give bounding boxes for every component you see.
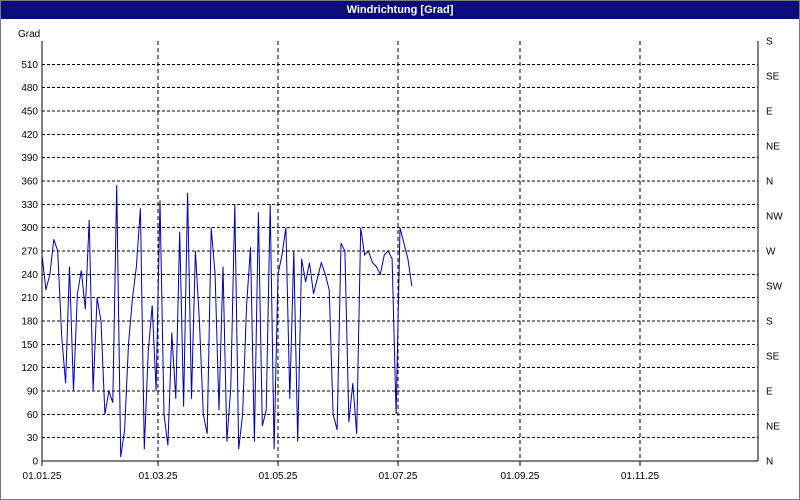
y-tick-label: 510 <box>21 60 38 71</box>
y-tick-label: 420 <box>21 130 38 141</box>
y-tick-label: 270 <box>21 247 38 258</box>
right-axis-label: E <box>766 107 773 118</box>
y-tick-label: 150 <box>21 340 38 351</box>
y-tick-label: 210 <box>21 293 38 304</box>
line-chart: 0 30 60 90 120 150 180 210 240 270 300 330 360 390 420… <box>18 29 783 482</box>
y-tick-label: 240 <box>21 270 38 281</box>
right-axis-label: W <box>766 247 776 258</box>
y-tick-label: 450 <box>21 107 38 118</box>
x-tick-label: 01.05.25 <box>259 471 298 482</box>
x-tick-label: 01.11.25 <box>621 471 660 482</box>
right-axis-label: NE <box>766 142 780 153</box>
right-axis-label: S <box>766 317 773 328</box>
x-tick-label: 01.03.25 <box>139 471 178 482</box>
y-tick-label: 30 <box>27 433 39 444</box>
y-axis-label: Grad <box>18 29 40 40</box>
right-axis-label: E <box>766 387 773 398</box>
y-tick-label: 180 <box>21 317 38 328</box>
y-tick-label: 300 <box>21 223 38 234</box>
x-tick-label: 01.07.25 <box>379 471 418 482</box>
y-tick-label: 90 <box>27 387 39 398</box>
y-tick-label: 330 <box>21 200 38 211</box>
y-tick-label: 480 <box>21 83 38 94</box>
right-axis-label: NE <box>766 422 780 433</box>
right-axis-label: S <box>766 37 773 48</box>
right-axis-label: SW <box>766 282 783 293</box>
right-axis-label: SE <box>766 352 780 363</box>
y-tick-label: 0 <box>32 457 38 468</box>
chart-window: Windrichtung [Grad] 0 30 60 90 120 150 180 210 2… <box>0 0 800 500</box>
right-axis-label: SE <box>766 72 780 83</box>
y-tick-label: 360 <box>21 177 38 188</box>
right-axis-label: N <box>766 177 773 188</box>
x-tick-label: 01.09.25 <box>501 471 540 482</box>
right-axis-label: N <box>766 457 773 468</box>
y-tick-label: 60 <box>27 410 39 421</box>
right-axis-label: NW <box>766 212 783 223</box>
y-tick-label: 390 <box>21 153 38 164</box>
y-tick-label: 120 <box>21 363 38 374</box>
x-tick-label: 01.01.25 <box>23 471 62 482</box>
window-title: Windrichtung [Grad] <box>1 1 799 19</box>
